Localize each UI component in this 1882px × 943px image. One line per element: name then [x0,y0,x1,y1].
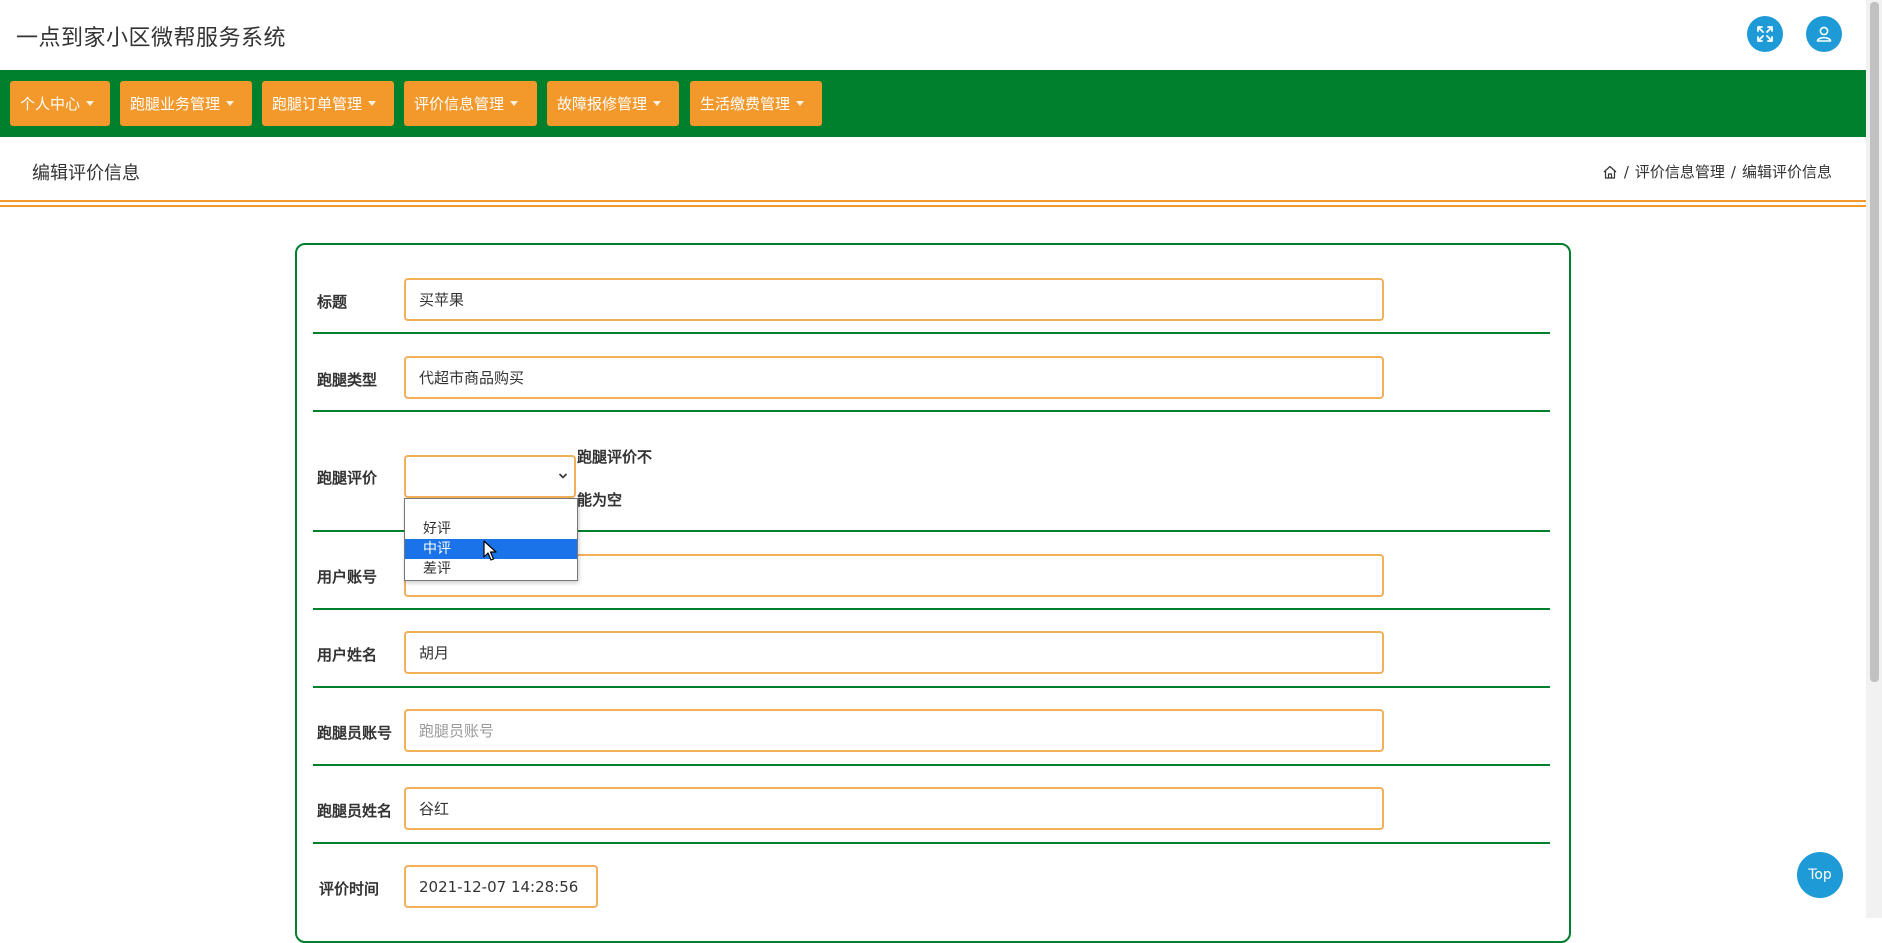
nav-label: 生活缴费管理 [700,95,791,113]
rating-option-empty[interactable] [405,499,577,519]
runner-account-label: 跑腿员账号 [317,724,393,742]
nav-label: 故障报修管理 [557,95,648,113]
nav-fault-repair[interactable]: 故障报修管理 [547,81,679,126]
rating-time-input[interactable]: 2021-12-07 14:28:56 [404,865,598,908]
breadcrumb-separator: / [1623,162,1629,181]
nav-life-payment[interactable]: 生活缴费管理 [690,81,822,126]
caret-down-icon [226,101,235,106]
nav-errand-orders[interactable]: 跑腿订单管理 [262,81,394,126]
expand-icon [1757,26,1773,42]
title-input[interactable]: 买苹果 [404,278,1384,321]
mouse-cursor-icon [483,540,497,561]
user-name-input[interactable]: 胡月 [404,631,1384,674]
nav-label: 评价信息管理 [414,95,505,113]
caret-down-icon [796,101,805,106]
app-title: 一点到家小区微帮服务系统 [16,26,287,51]
nav-errand-business[interactable]: 跑腿业务管理 [120,81,252,126]
user-icon [1816,26,1832,42]
type-label: 跑腿类型 [317,371,378,389]
nav-review-info[interactable]: 评价信息管理 [404,81,537,126]
chevron-down-icon [558,473,568,479]
rating-error-line1: 跑腿评价不 [577,448,653,466]
runner-name-value: 谷红 [419,800,450,818]
breadcrumb: / 评价信息管理 / 编辑评价信息 [1602,161,1832,182]
breadcrumb-review-management[interactable]: 评价信息管理 [1635,161,1725,182]
rating-option-bad[interactable]: 差评 [405,559,577,579]
nav-label: 个人中心 [20,95,81,113]
user-menu-button[interactable] [1806,16,1842,52]
rating-label: 跑腿评价 [317,469,378,487]
page-title: 编辑评价信息 [32,163,140,184]
caret-down-icon [510,101,519,106]
runner-name-input[interactable]: 谷红 [404,787,1384,830]
caret-down-icon [653,101,662,106]
type-input[interactable]: 代超市商品购买 [404,356,1384,399]
type-value: 代超市商品购买 [419,369,525,387]
rating-select[interactable] [404,455,576,498]
caret-down-icon [86,101,95,106]
divider [0,200,1866,202]
home-icon[interactable] [1602,164,1618,180]
rating-error-line2: 能为空 [577,491,623,509]
main-nav: 个人中心 跑腿业务管理 跑腿订单管理 评价信息管理 故障报修管理 生活缴费管理 [0,70,1866,137]
divider [0,205,1866,207]
page-heading: 编辑评价信息 / 评价信息管理 / 编辑评价信息 [0,137,1866,203]
fullscreen-button[interactable] [1747,16,1783,52]
page-scrollbar[interactable] [1866,0,1882,918]
scrollbar-thumb[interactable] [1870,2,1879,682]
user-name-label: 用户姓名 [317,646,378,664]
nav-label: 跑腿订单管理 [272,95,363,113]
title-label: 标题 [317,293,348,311]
breadcrumb-current: 编辑评价信息 [1741,163,1832,181]
nav-label: 跑腿业务管理 [130,95,221,113]
runner-name-label: 跑腿员姓名 [317,802,393,820]
runner-account-input[interactable]: 跑腿员账号 [404,709,1384,752]
rating-time-label: 评价时间 [319,880,380,898]
breadcrumb-separator: / [1730,162,1736,181]
user-name-value: 胡月 [419,644,450,662]
caret-down-icon [368,101,377,106]
rating-time-value: 2021-12-07 14:28:56 [419,877,579,896]
top-header: 一点到家小区微帮服务系统 [0,0,1866,70]
user-account-label: 用户账号 [317,568,378,586]
back-to-top-button[interactable]: Top [1797,852,1843,898]
rating-option-good[interactable]: 好评 [405,519,577,539]
title-value: 买苹果 [419,291,465,309]
runner-account-placeholder: 跑腿员账号 [419,722,495,740]
nav-personal-center[interactable]: 个人中心 [10,81,110,126]
